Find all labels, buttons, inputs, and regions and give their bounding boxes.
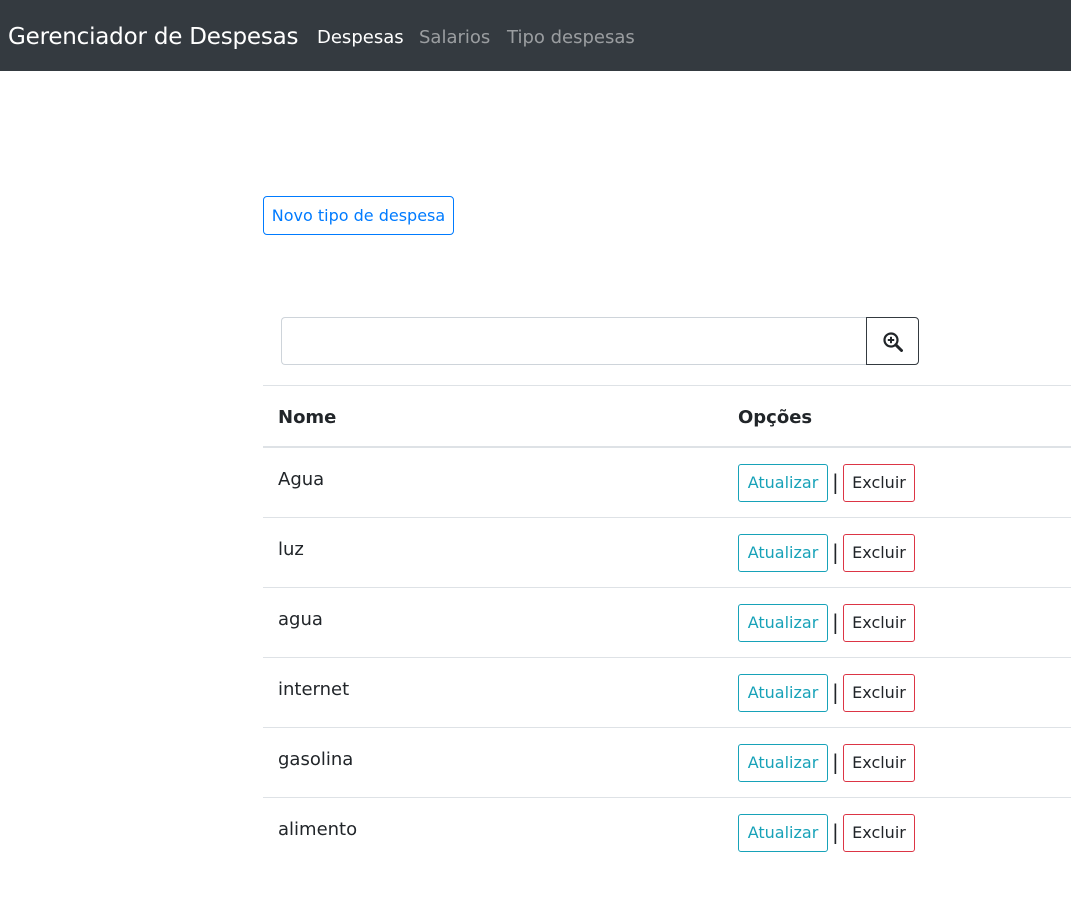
delete-button[interactable]: Excluir — [843, 534, 915, 572]
separator: | — [832, 470, 839, 494]
table-header: Nome Opções — [263, 385, 1071, 448]
new-expense-type-button[interactable]: Novo tipo de despesa — [263, 196, 454, 235]
expense-types-table: Nome Opções Agua Atualizar | Excluir luz Atua… — [263, 385, 1071, 868]
separator: | — [832, 680, 839, 704]
update-button[interactable]: Atualizar — [738, 534, 828, 572]
nav-link-tipo-despesas[interactable]: Tipo despesas — [507, 26, 635, 50]
cell-nome: Agua — [278, 469, 325, 490]
delete-button[interactable]: Excluir — [843, 744, 915, 782]
cell-nome: agua — [278, 609, 323, 630]
delete-button[interactable]: Excluir — [843, 814, 915, 852]
table-row: internet Atualizar | Excluir — [263, 658, 1071, 728]
nav-link-despesas[interactable]: Despesas — [317, 26, 404, 50]
update-button[interactable]: Atualizar — [738, 464, 828, 502]
nav-link-salarios[interactable]: Salarios — [419, 26, 490, 50]
table-row: agua Atualizar | Excluir — [263, 588, 1071, 658]
delete-button[interactable]: Excluir — [843, 604, 915, 642]
zoom-in-icon — [883, 332, 903, 352]
update-button[interactable]: Atualizar — [738, 744, 828, 782]
separator: | — [832, 610, 839, 634]
separator: | — [832, 540, 839, 564]
cell-nome: luz — [278, 539, 304, 560]
navbar: Gerenciador de Despesas Despesas Salario… — [0, 0, 1071, 71]
separator: | — [832, 820, 839, 844]
table-body: Agua Atualizar | Excluir luz Atualizar | Exclui… — [263, 448, 1071, 868]
search-button[interactable] — [866, 317, 919, 365]
search-input[interactable] — [281, 317, 867, 365]
table-row: Agua Atualizar | Excluir — [263, 448, 1071, 518]
column-header-opcoes: Opções — [738, 407, 813, 428]
update-button[interactable]: Atualizar — [738, 814, 828, 852]
table-row: alimento Atualizar | Excluir — [263, 798, 1071, 868]
delete-button[interactable]: Excluir — [843, 674, 915, 712]
delete-button[interactable]: Excluir — [843, 464, 915, 502]
cell-nome: gasolina — [278, 749, 354, 770]
cell-nome: internet — [278, 679, 350, 700]
table-row: gasolina Atualizar | Excluir — [263, 728, 1071, 798]
update-button[interactable]: Atualizar — [738, 674, 828, 712]
separator: | — [832, 750, 839, 774]
table-row: luz Atualizar | Excluir — [263, 518, 1071, 588]
navbar-brand[interactable]: Gerenciador de Despesas — [8, 22, 299, 52]
cell-nome: alimento — [278, 819, 358, 840]
column-header-nome: Nome — [278, 407, 337, 428]
update-button[interactable]: Atualizar — [738, 604, 828, 642]
